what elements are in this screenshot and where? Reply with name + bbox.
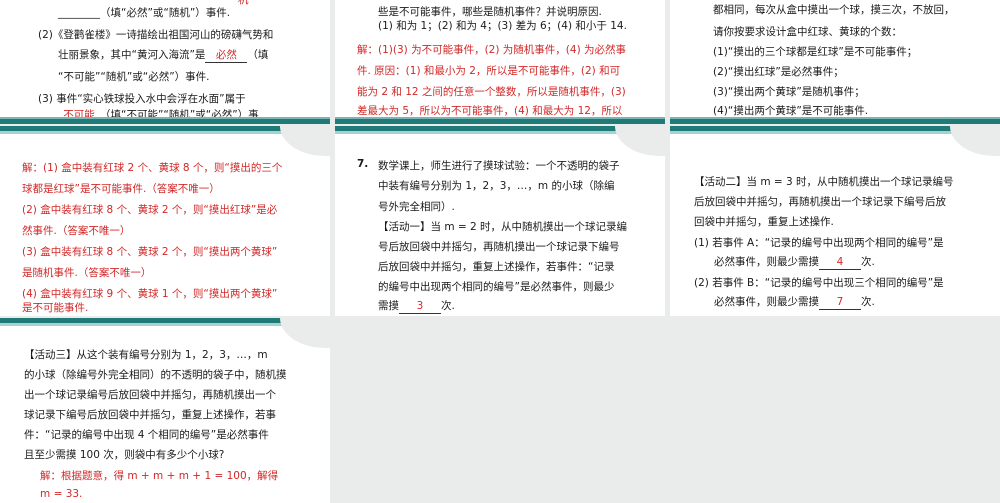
s5-line-8c: 次. xyxy=(441,300,455,312)
s5-line-5: 号后放回袋中并摇匀，再随机摸出一个球记录下编号 xyxy=(378,241,620,253)
s3-line-2: 请你按要求设计盒中红球、黄球的个数： xyxy=(713,26,902,38)
slide-4[interactable]: 解：(1) 盒中装有红球 2 个、黄球 8 个，则“摸出的三个 球都是红球”是不… xyxy=(0,126,330,316)
slide-6[interactable]: 【活动二】当 m = 3 时，从中随机摸出一个球记录编号 后放回袋中并摇匀，再随… xyxy=(670,126,1000,316)
s1-line-3a: 壮丽景象，其中“黄河入海流”是 xyxy=(58,49,206,61)
s4-line-2: 球都是红球”是不可能事件.（答案不唯一） xyxy=(22,183,220,195)
s1-blank-answer: 必然 xyxy=(205,48,248,63)
s7-line-2: 的小球（除编号外完全相同）的不透明的袋子中，随机摸 xyxy=(24,369,287,381)
s1-line-2: (2)《登鹳雀楼》一诗描绘出祖国河山的磅礴气势和 xyxy=(38,29,274,41)
s4-line-6: 是随机事件.（答案不唯一） xyxy=(22,267,152,279)
slide-corner-decoration xyxy=(280,126,330,156)
s5-line-7: 的编号中出现两个相同的编号”是必然事件，则最少 xyxy=(378,281,615,293)
s1-line-3: 壮丽景象，其中“黄河入海流”是 必然 （填 xyxy=(58,45,268,65)
s6-line-5: 必然事件，则最少需摸 4 次. xyxy=(714,252,875,272)
s4-line-1: 解：(1) 盒中装有红球 2 个、黄球 8 个，则“摸出的三个 xyxy=(22,162,283,174)
s5-line-8: 需摸 3 次. xyxy=(378,296,455,316)
s5-blank-answer: 3 xyxy=(399,299,441,314)
s7-line-4: 球记录下编号后放回袋中并摇匀，重复上述操作，若事 xyxy=(24,409,276,421)
s4-line-4: 然事件.（答案不唯一） xyxy=(22,225,131,237)
s4-line-3: (2) 盒中装有红球 8 个、黄球 2 个，则“摸出红球”是必 xyxy=(22,204,278,216)
s5-line-1: 数学课上，师生进行了摸球试验：一个不透明的袋子 xyxy=(378,160,620,172)
s3-line-3: (1)“摸出的三个球都是红球”是不可能事件； xyxy=(713,46,918,58)
s5-line-3: 号外完全相同）. xyxy=(378,201,455,213)
s7-line-1: 【活动三】从这个装有编号分别为 1，2，3，…，m xyxy=(24,349,268,361)
s3-line-4: (2)“摸出红球”是必然事件； xyxy=(713,66,844,78)
slide-bottom-bar xyxy=(0,119,330,124)
s1-line-3c: （填 xyxy=(247,49,269,61)
s5-line-2: 中装有编号分别为 1，2，3，…，m 的小球（除编 xyxy=(378,180,615,192)
s6-line-3: 回袋中并摇匀，重复上述操作. xyxy=(694,216,834,228)
slide-bottom-bar xyxy=(335,119,665,124)
s5-problem-number: 7. xyxy=(357,158,369,170)
s3-line-1: 都相同，每次从盒中摸出一个球，摸三次，不放回， xyxy=(713,4,955,16)
s1-line-4: “不可能”“随机”或“必然”）事件. xyxy=(58,71,210,83)
s4-line-8: 是不可能事件. xyxy=(22,302,89,314)
slide-5[interactable]: 7. 数学课上，师生进行了摸球试验：一个不透明的袋子 中装有编号分别为 1，2，… xyxy=(335,126,665,316)
s3-line-5: (3)“摸出两个黄球”是随机事件； xyxy=(713,86,865,98)
s7-line-5: 件：“记录的编号中出现 4 个相同的编号”是必然事件 xyxy=(24,429,269,441)
s6-line-1: 【活动二】当 m = 3 时，从中随机摸出一个球记录编号 xyxy=(694,176,954,188)
s7-answer-2: m = 33. xyxy=(40,488,83,500)
s6-line-2: 后放回袋中并摇匀，再随机摸出一个球记录下编号后放 xyxy=(694,196,946,208)
slide-7[interactable]: 【活动三】从这个装有编号分别为 1，2，3，…，m 的小球（除编号外完全相同）的… xyxy=(0,318,330,503)
slide-3[interactable]: 都相同，每次从盒中摸出一个球，摸三次，不放回， 请你按要求设计盒中红球、黄球的个… xyxy=(670,0,1000,124)
s2-answer-2: 件. 原因：(1) 和最小为 2，所以是不可能事件，(2) 和可 xyxy=(357,65,621,77)
slide-corner-decoration xyxy=(615,126,665,156)
s7-line-6: 且至少需摸 100 次，则袋中有多少个小球? xyxy=(24,449,225,461)
s6-line-5c: 次. xyxy=(861,256,875,268)
s6-blank-answer-a: 4 xyxy=(819,255,861,270)
slide-corner-decoration xyxy=(950,126,1000,156)
s1-answer-fragment: 机 xyxy=(238,0,249,6)
slide-corner-decoration xyxy=(280,318,330,348)
s6-line-7a: 必然事件，则最少需摸 xyxy=(714,296,819,308)
s1-line-1: ________（填“必然”或“随机”）事件. xyxy=(58,7,231,19)
s6-line-6: (2) 若事件 B：“记录的编号中出现三个相同的编号”是 xyxy=(694,277,944,289)
slide-grid: 机 ________（填“必然”或“随机”）事件. (2)《登鹳雀楼》一诗描绘出… xyxy=(0,0,1000,503)
s5-line-8a: 需摸 xyxy=(378,300,399,312)
s5-line-4: 【活动一】当 m = 2 时，从中随机摸出一个球记录编 xyxy=(378,221,628,233)
slide-bottom-bar xyxy=(670,119,1000,124)
s6-line-7: 必然事件，则最少需摸 7 次. xyxy=(714,292,875,312)
s2-answer-3: 能为 2 和 12 之间的任意一个整数，所以是随机事件，(3) xyxy=(357,86,626,98)
s6-blank-answer-b: 7 xyxy=(819,295,861,310)
s5-line-6: 后放回袋中并摇匀，重复上述操作，若事件：“记录 xyxy=(378,261,615,273)
s7-answer-1: 解：根据题意，得 m + m + m + 1 = 100，解得 xyxy=(40,470,279,482)
s6-line-7c: 次. xyxy=(861,296,875,308)
s2-line-2: (1) 和为 1；(2) 和为 4；(3) 差为 6；(4) 和小于 14. xyxy=(378,20,627,32)
s2-answer-1: 解：(1)(3) 为不可能事件，(2) 为随机事件，(4) 为必然事 xyxy=(357,44,627,56)
s4-line-5: (3) 盒中装有红球 8 个、黄球 2 个，则“摸出两个黄球” xyxy=(22,246,278,258)
slide-2[interactable]: 些是不可能事件，哪些是随机事件？并说明原因. (1) 和为 1；(2) 和为 4… xyxy=(335,0,665,124)
s6-line-5a: 必然事件，则最少需摸 xyxy=(714,256,819,268)
slide-1[interactable]: 机 ________（填“必然”或“随机”）事件. (2)《登鹳雀楼》一诗描绘出… xyxy=(0,0,330,124)
s7-line-3: 出一个球记录编号后放回袋中并摇匀，再随机摸出一个 xyxy=(24,389,276,401)
s6-line-4: (1) 若事件 A：“记录的编号中出现两个相同的编号”是 xyxy=(694,237,944,249)
